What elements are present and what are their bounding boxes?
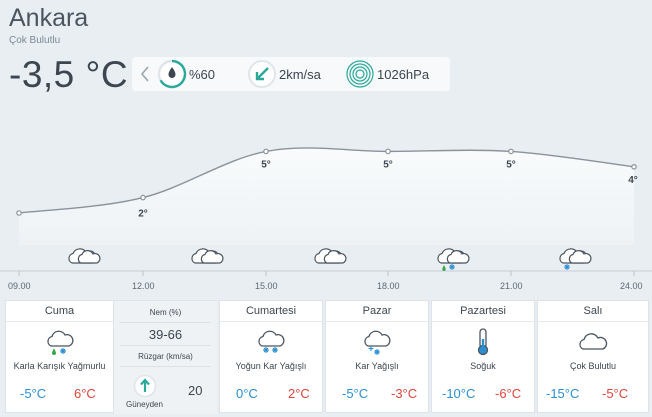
temperature-point <box>508 148 514 155</box>
day-condition: Karla Karışık Yağmurlu <box>13 361 106 371</box>
hour-label: 15.00 <box>255 281 278 291</box>
hour-label: 18.00 <box>377 281 400 291</box>
humidity-gauge-icon <box>157 59 187 89</box>
low-temperature: -5°C <box>342 386 369 401</box>
humidity-range: 39-66 <box>148 327 183 342</box>
rain-snow-cloud-icon <box>46 330 73 355</box>
day-condition: Soğuk <box>470 361 496 371</box>
hour-label: 21.00 <box>500 281 523 291</box>
hour-label: 24.00 <box>620 281 643 291</box>
high-temperature: 6°C <box>74 386 96 401</box>
hour-label: 09.00 <box>8 281 31 291</box>
wind-direction-icon <box>133 374 157 398</box>
pressure-icon <box>346 60 374 88</box>
current-stats-panel: %60 2km/sa 1026hPa <box>132 57 450 91</box>
high-temperature: -6°C <box>495 386 522 401</box>
day-condition: Kar Yağışlı <box>355 361 399 371</box>
day-name: Pazar <box>362 305 392 317</box>
cloud-icon <box>68 248 101 264</box>
snow-cloud-icon <box>364 330 391 355</box>
high-temperature: -5°C <box>602 386 629 401</box>
current-temperature: -3,5 °C <box>9 54 129 95</box>
divider <box>432 321 534 322</box>
temperature-point <box>631 164 637 170</box>
current-condition: Çok Bulutlu <box>9 35 61 46</box>
day-name: Pazartesi <box>460 305 506 317</box>
snow-cloud-icon <box>559 248 592 270</box>
wind-direction: Güneyden <box>126 400 163 409</box>
day-name: Cumartesi <box>245 305 297 317</box>
day-card-1[interactable]: Cumartesi Yoğun Kar Yağışlı 0°C 2°C <box>219 300 323 413</box>
humidity-stat: %60 <box>157 59 215 89</box>
temperature-point <box>140 194 146 201</box>
temperature-label: 5° <box>261 159 271 170</box>
thermometer-icon <box>477 328 489 356</box>
rain-snow-cloud-icon <box>437 248 470 271</box>
temperature-point <box>385 148 391 155</box>
heavy-snow-cloud-icon <box>258 330 285 353</box>
low-temperature: 0°C <box>236 386 258 401</box>
pressure-stat: 1026hPa <box>345 59 429 89</box>
temperature-label: 4° <box>628 175 638 186</box>
humidity-value: %60 <box>189 66 216 82</box>
temperature-point <box>16 210 22 216</box>
day-card-2[interactable]: Pazar Kar Yağışlı -5°C -3°C <box>325 300 429 413</box>
wind-value: 2km/sa <box>279 66 321 82</box>
low-temperature: -5°C <box>20 386 47 401</box>
day-card-0[interactable]: Cuma Karla Karışık Yağmurlu -5°C 6°C Nem… <box>5 300 217 414</box>
temperature-label: 2° <box>138 209 148 220</box>
divider <box>6 321 113 322</box>
wind-label: Rüzgar (km/sa) <box>138 352 193 361</box>
city-name: Ankara <box>9 4 89 32</box>
day-card-3[interactable]: Pazartesi Soğuk -10°C -6°C <box>431 300 535 413</box>
temperature-label: 5° <box>506 159 516 170</box>
wind-stat: 2km/sa <box>247 59 321 89</box>
temperature-label: 5° <box>383 159 393 170</box>
day-card-4[interactable]: Salı Çok Bulutlu -15°C -5°C <box>537 300 649 413</box>
divider <box>120 322 211 323</box>
day-condition: Yoğun Kar Yağışlı <box>235 361 307 371</box>
cloud-icon <box>314 248 347 264</box>
low-temperature: -15°C <box>546 386 580 401</box>
wind-direction-icon <box>248 60 276 88</box>
chevron-left-icon[interactable] <box>136 62 154 86</box>
humidity-label: Nem (%) <box>149 308 182 317</box>
day-name: Salı <box>583 305 603 317</box>
divider <box>220 321 322 322</box>
high-temperature: 2°C <box>288 386 310 401</box>
wind-speed: 20 <box>188 383 203 398</box>
divider <box>326 321 428 322</box>
hour-label: 12.00 <box>132 281 155 291</box>
cloud-icon <box>191 248 224 264</box>
divider <box>120 345 211 346</box>
day-condition: Çok Bulutlu <box>569 361 617 371</box>
divider <box>120 366 211 367</box>
daily-forecast: Cuma Karla Karışık Yağmurlu -5°C 6°C Nem… <box>5 300 651 415</box>
low-temperature: -10°C <box>442 386 476 401</box>
cloud-icon <box>579 333 608 350</box>
high-temperature: -3°C <box>391 386 418 401</box>
day-details-panel: Nem (%) 39-66 Rüzgar (km/sa) Güneyden 20 <box>113 301 217 414</box>
divider <box>538 321 648 322</box>
temperature-point <box>263 148 269 155</box>
pressure-value: 1026hPa <box>377 66 430 82</box>
hourly-temperature-chart: 2° 5° 5° 5° 4° <box>0 147 652 276</box>
temperature-curve-area <box>19 147 634 245</box>
day-name: Cuma <box>44 305 75 317</box>
